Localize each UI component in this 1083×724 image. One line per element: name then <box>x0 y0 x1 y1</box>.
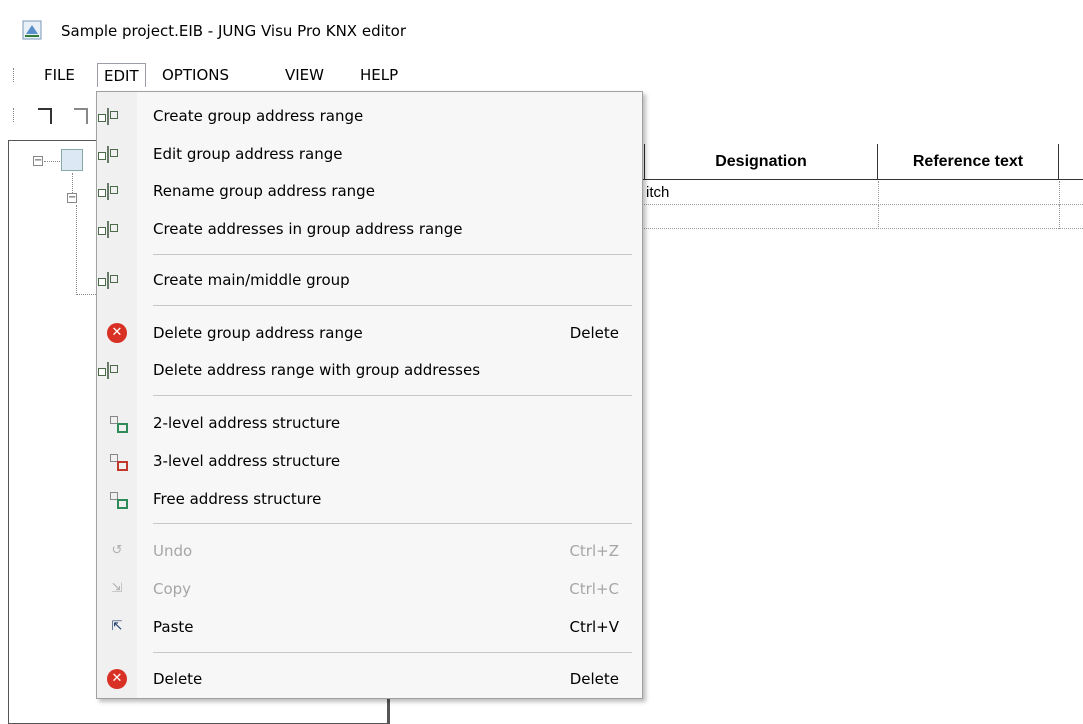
menu-item-shortcut: Ctrl+V <box>569 618 619 636</box>
cell-designation: itch <box>646 184 670 201</box>
tree-connector <box>44 161 60 162</box>
cell-divider <box>878 181 879 205</box>
menu-options[interactable]: OPTIONS <box>156 63 235 87</box>
title-bar: Sample project.EIB - JUNG Visu Pro KNX e… <box>0 0 1083 60</box>
menu-item-label: Delete address range with group addresse… <box>153 361 481 379</box>
delete-address-range-icon <box>107 362 109 379</box>
menu-edit[interactable]: EDIT <box>97 63 146 87</box>
menu-item-copy[interactable]: ⇲ Copy Ctrl+C <box>97 572 642 606</box>
menu-item-label: Undo <box>153 542 193 560</box>
menu-item-label: Delete group address range <box>153 324 363 342</box>
menu-help[interactable]: HELP <box>354 63 404 87</box>
column-header-designation[interactable]: Designation <box>644 144 878 180</box>
menu-item-delete-group-address-range[interactable]: ✕ Delete group address range Delete <box>97 316 642 350</box>
app-icon <box>22 20 42 40</box>
rename-group-address-range-icon <box>107 183 109 200</box>
delete-red-x-icon: ✕ <box>107 323 127 343</box>
menu-item-label: Create addresses in group address range <box>153 220 463 238</box>
menubar-grip[interactable] <box>13 68 16 82</box>
cell-divider <box>1059 181 1060 205</box>
window-title: Sample project.EIB - JUNG Visu Pro KNX e… <box>61 22 406 40</box>
menu-item-shortcut: Ctrl+C <box>569 580 619 598</box>
tree-child-collapse-icon[interactable]: − <box>67 193 77 203</box>
menu-item-label: Paste <box>153 618 194 636</box>
menu-item-three-level-structure[interactable]: 3-level address structure <box>97 444 642 478</box>
menu-item-undo[interactable]: ↺ Undo Ctrl+Z <box>97 534 642 568</box>
copy-icon: ⇲ <box>111 581 123 596</box>
create-group-address-range-icon <box>107 108 109 125</box>
menu-item-create-addresses[interactable]: Create addresses in group address range <box>97 212 642 246</box>
undo-icon: ↺ <box>111 543 123 558</box>
edit-menu-dropdown: Create group address range Edit group ad… <box>96 91 643 699</box>
menu-separator <box>153 523 632 524</box>
toolbar-open-icon[interactable] <box>74 108 88 124</box>
cell-divider <box>1059 205 1060 229</box>
menu-file[interactable]: FILE <box>38 63 81 87</box>
menu-item-label: Edit group address range <box>153 145 343 163</box>
tree-root-collapse-icon[interactable]: − <box>33 156 43 166</box>
menu-item-label: 2-level address structure <box>153 414 341 432</box>
tree-connector <box>76 205 77 295</box>
tree-connector <box>72 173 73 193</box>
menu-item-shortcut: Delete <box>569 670 619 688</box>
menu-separator <box>153 305 632 306</box>
menu-item-two-level-structure[interactable]: 2-level address structure <box>97 406 642 440</box>
create-main-middle-group-icon <box>107 272 109 289</box>
menu-bar: FILE EDIT OPTIONS VIEW HELP <box>0 60 1083 90</box>
paste-icon: ⇱ <box>111 619 123 634</box>
menu-item-create-group-address-range[interactable]: Create group address range <box>97 99 642 133</box>
menu-item-create-main-middle-group[interactable]: Create main/middle group <box>97 263 642 297</box>
menu-separator <box>153 395 632 396</box>
toolbar-grip[interactable] <box>13 108 16 122</box>
column-header-reference-text[interactable]: Reference text <box>878 144 1059 180</box>
project-root-icon[interactable] <box>61 149 83 171</box>
menu-item-delete[interactable]: ✕ Delete Delete <box>97 662 642 696</box>
menu-item-label: Create main/middle group <box>153 271 350 289</box>
menu-separator <box>153 652 632 653</box>
menu-item-label: Create group address range <box>153 107 364 125</box>
menu-item-label: Rename group address range <box>153 182 375 200</box>
menu-item-rename-group-address-range[interactable]: Rename group address range <box>97 174 642 208</box>
menu-item-label: Free address structure <box>153 490 322 508</box>
toolbar-new-icon[interactable] <box>38 108 52 124</box>
menu-separator <box>153 254 632 255</box>
cell-divider <box>878 205 879 229</box>
menu-item-label: 3-level address structure <box>153 452 341 470</box>
tree-connector <box>76 294 98 295</box>
edit-group-address-range-icon <box>107 146 109 163</box>
menu-item-shortcut: Ctrl+Z <box>569 542 619 560</box>
menu-item-label: Copy <box>153 580 192 598</box>
menu-item-shortcut: Delete <box>569 324 619 342</box>
delete-red-x-icon: ✕ <box>107 669 127 689</box>
menu-item-paste[interactable]: ⇱ Paste Ctrl+V <box>97 610 642 644</box>
menu-view[interactable]: VIEW <box>279 63 330 87</box>
menu-item-delete-address-range-with-group-addresses[interactable]: Delete address range with group addresse… <box>97 353 642 387</box>
menu-item-edit-group-address-range[interactable]: Edit group address range <box>97 137 642 171</box>
menu-item-free-structure[interactable]: Free address structure <box>97 482 642 516</box>
menu-item-label: Delete <box>153 670 203 688</box>
create-addresses-icon <box>107 221 109 238</box>
